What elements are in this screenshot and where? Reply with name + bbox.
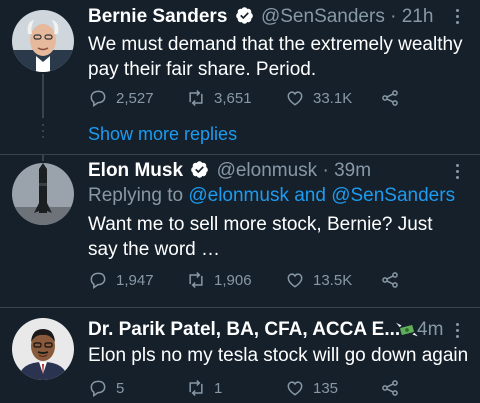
retweet-button[interactable]: 1,906 <box>186 270 252 290</box>
more-options-icon[interactable] <box>456 6 462 27</box>
reply-button[interactable]: 1,947 <box>88 270 154 290</box>
timestamp[interactable]: 21h <box>402 6 434 27</box>
separator-dot: · <box>390 6 397 27</box>
money-wings-icon <box>396 322 418 337</box>
share-button[interactable] <box>380 378 408 398</box>
tweet-header: Elon Musk @elonmusk · 39m <box>88 159 452 183</box>
tweet-header: Bernie Sanders @SenSanders · 21h <box>88 5 452 29</box>
like-icon <box>287 381 303 396</box>
author-handle[interactable]: @elonmusk <box>217 160 318 181</box>
like-icon <box>287 91 303 106</box>
author-name[interactable]: Bernie Sanders <box>88 6 227 27</box>
avatar-bernie[interactable] <box>12 10 74 72</box>
author-handle[interactable]: @SenSanders <box>261 6 385 27</box>
reply-button[interactable]: 5 <box>88 378 124 398</box>
author-name[interactable]: Elon Musk <box>88 160 183 181</box>
reply-count: 2,527 <box>116 89 154 107</box>
thread-line <box>42 74 44 118</box>
replying-to: Replying to @elonmusk and @SenSanders <box>88 184 455 208</box>
retweet-count: 1 <box>214 379 223 397</box>
author-name[interactable]: Dr. Parik Patel, BA, CFA, ACCA E... <box>88 319 400 340</box>
reply-icon <box>90 90 106 107</box>
avatar-parik[interactable] <box>12 318 74 380</box>
like-button[interactable]: 33.1K <box>285 88 352 108</box>
separator-dot: · <box>322 160 329 181</box>
share-button[interactable] <box>380 88 408 108</box>
like-button[interactable]: 135 <box>285 378 338 398</box>
replying-to-handles[interactable]: @elonmusk and @SenSanders <box>188 185 455 206</box>
show-more-replies-link[interactable]: Show more replies <box>88 124 237 145</box>
retweet-button[interactable]: 3,651 <box>186 88 252 108</box>
timestamp[interactable]: 4m <box>417 318 443 342</box>
thread-dots <box>42 136 44 138</box>
share-icon <box>382 90 398 106</box>
tweet-actions: 1,947 1,906 13.5K <box>88 270 448 294</box>
reply-icon <box>90 380 106 397</box>
tweet-actions: 5 1 135 <box>88 378 448 402</box>
share-icon <box>382 272 398 288</box>
retweet-icon <box>189 89 203 107</box>
share-button[interactable] <box>380 270 408 290</box>
tweet-elon[interactable]: Elon Musk @elonmusk · 39m Replying to @e… <box>0 155 480 305</box>
reply-icon <box>90 272 106 289</box>
like-count: 13.5K <box>313 271 353 289</box>
avatar-elon-image <box>12 163 74 225</box>
timestamp[interactable]: 39m <box>334 160 371 181</box>
verified-badge-icon <box>235 7 253 24</box>
more-options-icon[interactable] <box>456 320 462 341</box>
like-button[interactable]: 13.5K <box>285 270 352 290</box>
tweet-text: Want me to sell more stock, Bernie? Just… <box>88 214 433 260</box>
avatar-parik-image <box>12 318 74 380</box>
share-icon <box>382 380 398 396</box>
more-options-icon[interactable] <box>456 161 462 182</box>
retweet-icon <box>189 379 203 397</box>
replying-to-label: Replying to <box>88 185 189 206</box>
thread-line-top <box>42 155 44 161</box>
tweet-text: Elon pls no my tesla stock will go down … <box>88 345 469 366</box>
retweet-count: 1,906 <box>214 271 252 289</box>
retweet-button[interactable]: 1 <box>186 378 222 398</box>
avatar-bernie-image <box>12 10 74 72</box>
verified-badge-icon <box>191 161 209 178</box>
reply-button[interactable]: 2,527 <box>88 88 154 108</box>
tweet-header: Dr. Parik Patel, BA, CFA, ACCA E... <box>88 318 440 342</box>
reply-count: 5 <box>116 379 125 397</box>
retweet-count: 3,651 <box>214 89 252 107</box>
thread-dots <box>42 130 44 132</box>
retweet-icon <box>189 271 203 289</box>
tweet-bernie[interactable]: Bernie Sanders @SenSanders · 21h We must… <box>0 0 480 120</box>
like-icon <box>287 273 303 288</box>
like-count: 33.1K <box>313 89 353 107</box>
avatar-elon[interactable] <box>12 163 74 225</box>
tweet-actions: 2,527 3,651 33.1K <box>88 88 448 112</box>
like-count: 135 <box>313 379 339 397</box>
thread-dots <box>42 124 44 126</box>
tweet-parik[interactable]: Dr. Parik Patel, BA, CFA, ACCA E... 4m E… <box>0 308 480 403</box>
tweet-text: We must demand that the extremely wealth… <box>88 34 463 80</box>
reply-count: 1,947 <box>116 271 154 289</box>
